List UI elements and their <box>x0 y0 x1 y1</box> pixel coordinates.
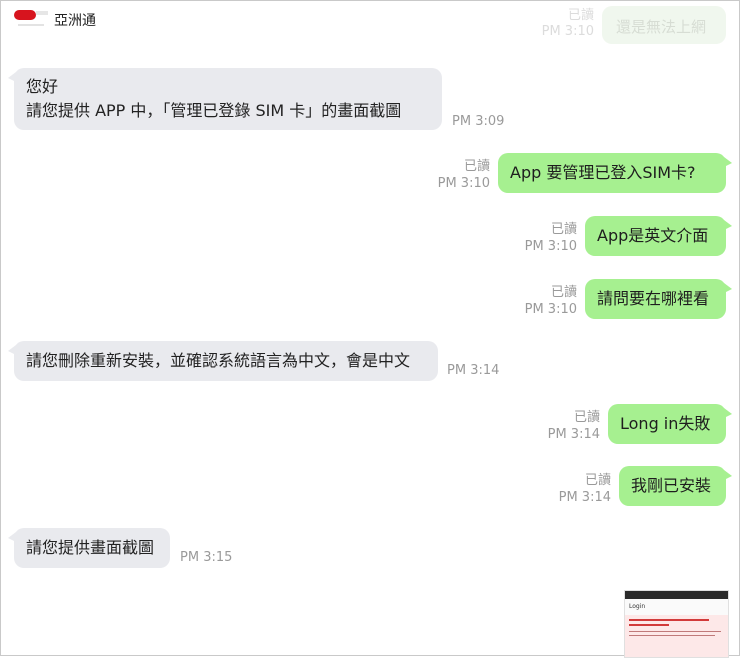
asia-logo-icon <box>12 8 50 30</box>
message-time: PM 3:14 <box>558 490 611 505</box>
ghost-message-meta: 已讀 PM 3:10 <box>540 8 594 40</box>
outgoing-message-meta: 已讀 PM 3:10 <box>517 221 577 255</box>
outgoing-message-meta: 已讀 PM 3:10 <box>517 284 577 318</box>
outgoing-message-bubble[interactable]: 請問要在哪裡看 <box>585 279 732 319</box>
incoming-message-bubble[interactable]: 請您提供畫面截圖 <box>8 528 170 568</box>
read-status: 已讀 <box>573 410 600 425</box>
outgoing-message-meta: 已讀 PM 3:14 <box>540 409 600 443</box>
message-text: 我剛已安裝 <box>631 476 712 495</box>
message-time: PM 3:09 <box>452 114 505 129</box>
message-time: PM 3:10 <box>524 302 577 317</box>
chat-title: 亞洲通 <box>54 13 96 29</box>
read-status: 已讀 <box>584 473 611 488</box>
outgoing-message-meta: 已讀 PM 3:14 <box>551 472 611 506</box>
thumb-login-title: Login <box>629 603 646 610</box>
message-text: 請您提供畫面截圖 <box>26 538 155 557</box>
message-text: 請您刪除重新安裝，並確認系統語言為中文，會是中文 <box>26 351 411 370</box>
message-text: 請問要在哪裡看 <box>597 289 710 308</box>
outgoing-message-bubble[interactable]: App是英文介面 <box>585 216 732 256</box>
message-time: PM 3:15 <box>180 550 233 565</box>
outgoing-message-bubble[interactable]: App 要管理已登入SIM卡? <box>498 153 732 193</box>
screenshot-image-message[interactable]: Login <box>624 590 729 658</box>
read-status: 已讀 <box>550 285 577 300</box>
ghost-message-text: 還是無法上網 <box>616 18 707 36</box>
message-time: PM 3:10 <box>437 176 490 191</box>
message-text: App 要管理已登入SIM卡? <box>510 163 696 182</box>
ghost-read-status: 已讀 <box>567 8 594 23</box>
read-status: 已讀 <box>463 159 490 174</box>
message-text: Long in失敗 <box>620 414 711 433</box>
message-text-line-2: 請您提供 APP 中，「管理已登錄 SIM 卡」的畫面截圖 <box>26 101 402 120</box>
incoming-message-bubble[interactable]: 您好 請您提供 APP 中，「管理已登錄 SIM 卡」的畫面截圖 <box>8 68 442 130</box>
ghost-time: PM 3:10 <box>541 24 594 39</box>
outgoing-message-meta: 已讀 PM 3:10 <box>430 158 490 192</box>
message-time: PM 3:14 <box>447 363 500 378</box>
message-text-line-1: 您好 <box>26 77 59 96</box>
incoming-message-bubble[interactable]: 請您刪除重新安裝，並確認系統語言為中文，會是中文 <box>8 341 438 381</box>
outgoing-message-bubble[interactable]: Long in失敗 <box>608 404 732 444</box>
message-time: PM 3:10 <box>524 239 577 254</box>
read-status: 已讀 <box>550 222 577 237</box>
message-text: App是英文介面 <box>597 226 709 245</box>
ghost-message-bubble: 還是無法上網 <box>602 6 726 44</box>
outgoing-message-bubble[interactable]: 我剛已安裝 <box>619 466 732 506</box>
message-time: PM 3:14 <box>547 427 600 442</box>
